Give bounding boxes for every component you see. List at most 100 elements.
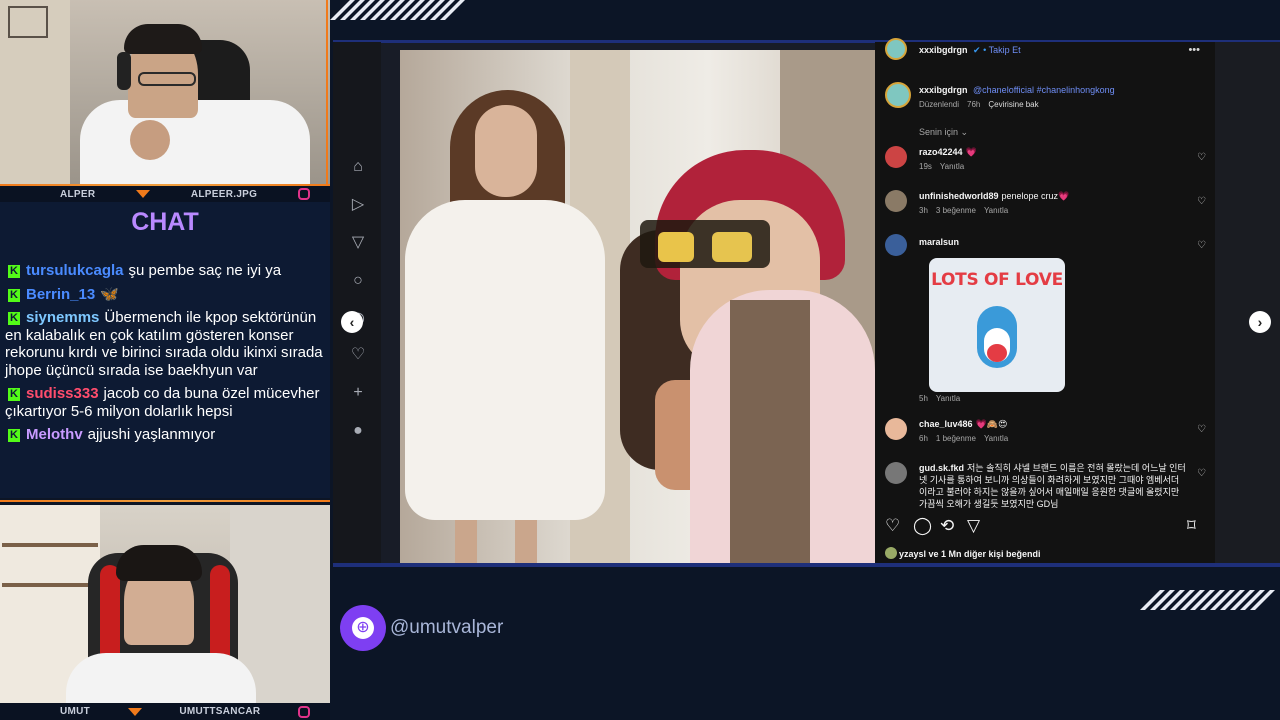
stream-overlay: ALPER ALPEER.JPG CHAT Ktursulukcagla şu p… [0,0,1280,720]
chevron-down-icon: ⌄ [960,127,969,137]
create-icon[interactable]: + [349,384,367,402]
post-author[interactable]: xxxibgdrgn [919,45,968,55]
stripe-decoration-right [1140,590,1275,610]
comment-age: 6h [919,434,928,443]
caption: xxxibgdrgn @chanelofficial #chanelinhong… [885,82,1210,114]
next-post-button[interactable]: › [1249,311,1271,333]
like-comment-icon[interactable]: ♡ [1197,152,1206,163]
triangle-icon [127,707,142,716]
comment-user[interactable]: gud.sk.fkd [919,463,964,473]
instagram-icon [297,188,310,200]
webcam-top [0,0,330,184]
follow-button[interactable]: Takip Et [989,45,1021,55]
sticker-text: LOTS OF LOVE [931,270,1063,290]
avatar[interactable] [885,462,907,484]
translate-link[interactable]: Çevirisine bak [988,100,1038,109]
avatar[interactable] [885,38,907,60]
like-comment-icon[interactable]: ♡ [1197,196,1206,207]
like-icon[interactable]: ♡ [885,516,900,536]
chat-text: şu pembe saç ne iyi ya [128,262,282,279]
comment-age: 3h [919,206,928,215]
comment-user[interactable]: chae_luv486 [919,419,973,429]
post-header: xxxibgdrgn ✔ • Takip Et ••• [885,38,1210,60]
comment-body: razo42244 💗 19s Yanıtla [919,146,1189,173]
sort-dropdown[interactable]: Senin için ⌄ [919,126,1189,138]
comment-text: 💗 [965,147,977,157]
kick-badge-icon: K [8,429,20,442]
comment-body: gud.sk.fkd 저는 솔직히 샤넬 브랜드 이름은 전혀 몰랐는데 어느날 … [919,462,1189,512]
kick-badge-icon: K [8,265,20,278]
comment: razo42244 💗 19s Yanıtla ♡ [885,146,1210,176]
comment-body: chae_luv486 💗🙈😍 6h 1 beğenme Yanıtla [919,418,1189,445]
more-options-icon[interactable]: ••• [1188,44,1200,56]
hashtag-link[interactable]: #chanelinhongkong [1037,85,1115,95]
comment-meta: 5h Yanıtla [919,393,1189,405]
reels-icon[interactable]: ▷ [349,196,367,214]
comment: unfinishedworld89 penelope cruz💗 3h 3 beğe… [885,190,1210,220]
post-actions: ♡ ◯ ⟲ ▽ ⌑ [885,516,1210,542]
chat-username: Melothv [26,426,83,443]
avatar[interactable] [885,190,907,212]
divider [0,184,330,186]
reply-link[interactable]: Yanıtla [984,206,1008,215]
kick-badge-icon: K [8,288,20,302]
reply-link[interactable]: Yanıtla [936,394,960,403]
chat-message: Ksudiss333 jacob co da buna özel mücevher… [5,385,325,420]
repost-icon[interactable]: ⟲ [940,516,954,536]
handle-text: @umutvalper [390,617,504,638]
post-image[interactable] [400,50,875,563]
chat-message: K Melothv ajjushi yaşlanmıyor [5,426,325,444]
reply-link[interactable]: Yanıtla [940,162,964,171]
webcam-bottom-name: UMUT [60,706,91,717]
webcam-bottom [0,505,330,703]
comment-age: 19s [919,162,932,171]
heart-icon[interactable]: ♡ [349,346,367,364]
stream-handle: ⊕ @umutvalper [340,605,503,651]
avatar[interactable] [885,418,907,440]
caption-age: 76h [967,100,981,109]
webcam-top-name: ALPER [60,188,96,200]
like-comment-icon[interactable]: ♡ [1197,240,1206,251]
divider [0,500,330,502]
avatar[interactable] [885,234,907,256]
comments-panel: xxxibgdrgn ✔ • Takip Et ••• xxxibgdrgn @… [875,38,1215,563]
share-icon[interactable]: ▽ [967,516,980,536]
webcam-bottom-handle: UMUTTSANCAR [179,706,261,717]
comment-user[interactable]: maralsun [919,237,959,247]
prev-post-button[interactable]: ‹ [341,311,363,333]
webcam-bottom-label: UMUT UMUTTSANCAR [0,703,330,720]
search-icon[interactable]: ○ [349,272,367,290]
avatar[interactable] [885,82,911,108]
avatar [885,547,897,559]
comment: maralsun LOTS OF LOVE 5h Yanıtla ♡ [885,234,1210,404]
kick-badge-icon: K [8,388,20,401]
reply-link[interactable]: Yanıtla [984,434,1008,443]
chat-title: CHAT [131,208,199,236]
edited-label: Düzenlendi [919,100,960,109]
mention-link[interactable]: @chanelofficial [973,85,1034,95]
chat-panel: CHAT Ktursulukcagla şu pembe saç ne iyi y… [0,202,330,498]
divider [333,563,1280,567]
chat-message: K Berrin_13 🦋 [5,286,325,304]
chat-username: tursulukcagla [26,262,124,279]
comment-icon[interactable]: ◯ [913,516,932,536]
comment-user[interactable]: razo42244 [919,147,963,157]
triangle-icon [136,190,151,198]
chat-messages: Ktursulukcagla şu pembe saç ne iyi ya K Be… [5,262,325,450]
chat-username: sudiss333 [26,385,99,402]
comment-likes[interactable]: 1 beğenme [936,434,976,443]
direct-icon[interactable]: ▽ [349,234,367,252]
like-comment-icon[interactable]: ♡ [1197,468,1206,479]
comment-text: penelope cruz💗 [1001,191,1070,201]
likes-summary[interactable]: yzaysl ve 1 Mn diğer kişi beğendi [899,548,1169,560]
save-icon[interactable]: ⌑ [1187,516,1196,536]
caption-text: xxxibgdrgn @chanelofficial #chanelinhong… [919,84,1189,111]
chat-username: siynemms [26,309,100,326]
comment-user[interactable]: unfinishedworld89 [919,191,999,201]
avatar[interactable] [885,146,907,168]
profile-icon[interactable]: ● [349,422,367,440]
comment-likes[interactable]: 3 beğenme [936,206,976,215]
caption-user[interactable]: xxxibgdrgn [919,85,968,95]
like-comment-icon[interactable]: ♡ [1197,424,1206,435]
home-icon[interactable]: ⌂ [349,158,367,176]
